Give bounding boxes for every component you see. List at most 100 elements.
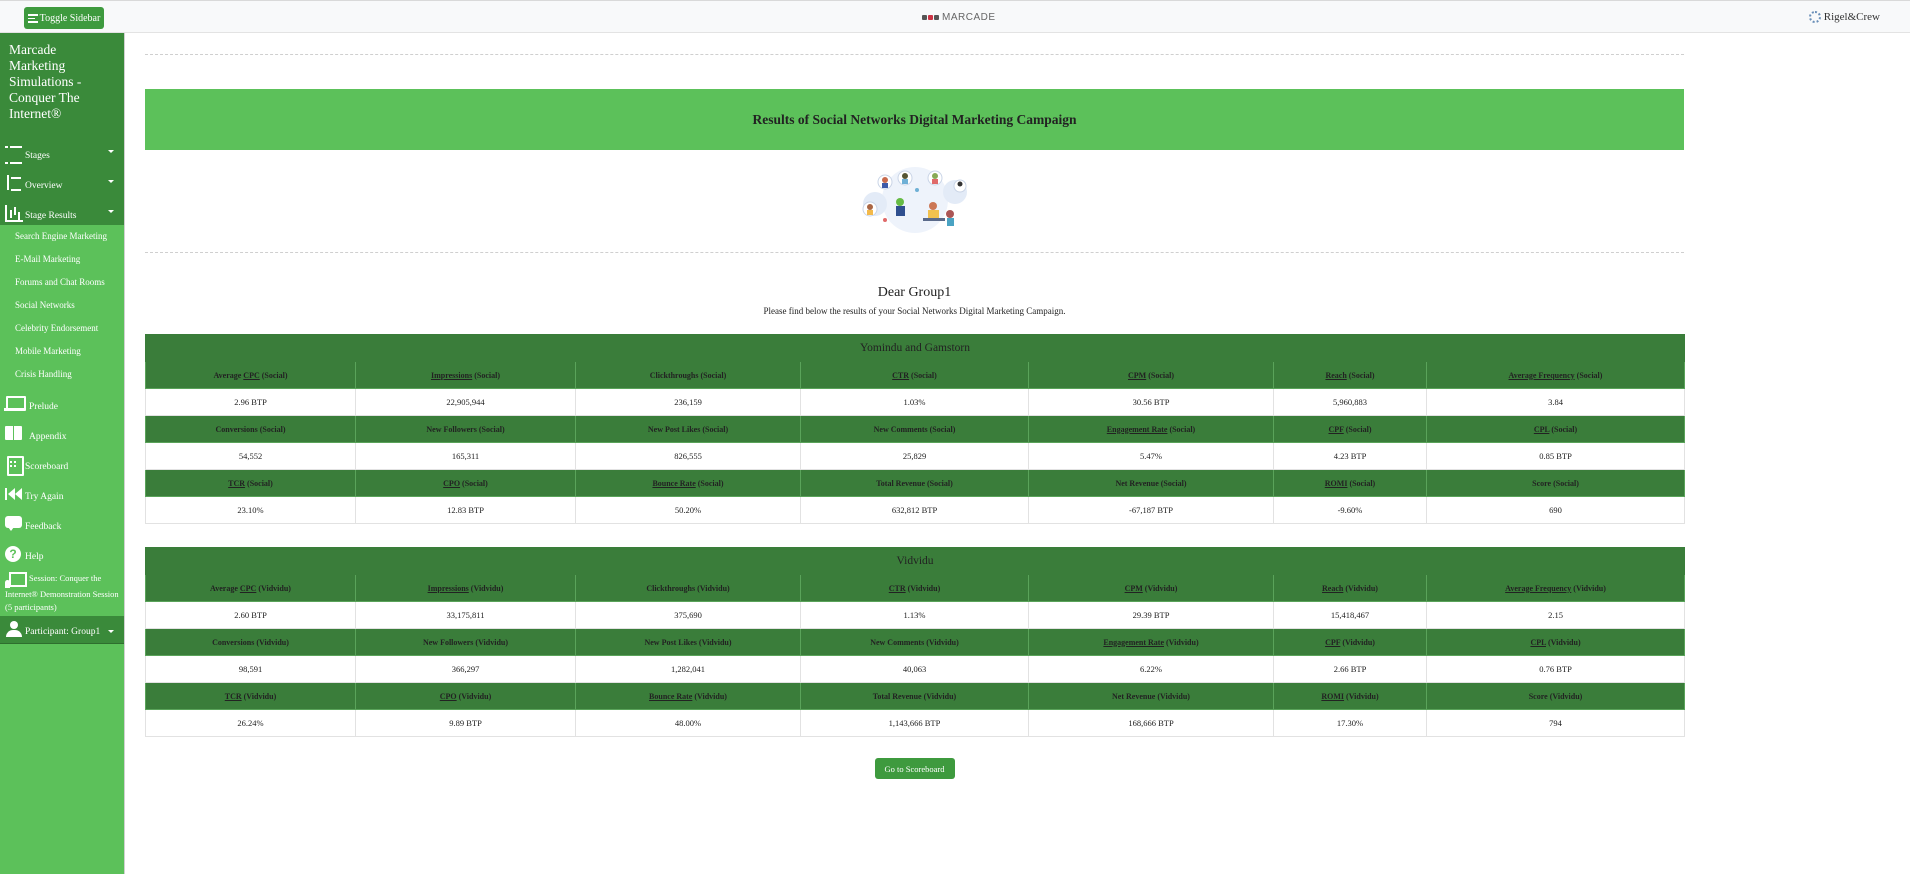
toggle-sidebar-button[interactable]: Toggle Sidebar — [24, 7, 104, 29]
header-suffix: (Social) — [927, 478, 953, 488]
header-abbreviation-link[interactable]: CPC — [240, 584, 256, 593]
table-header-cell: TCR (Social) — [145, 469, 356, 497]
header-abbreviation-link[interactable]: CPF — [1325, 638, 1340, 647]
table-value-cell: 48.00% — [575, 709, 801, 737]
table-header-cell: Average Frequency (Vidvidu) — [1425, 574, 1686, 602]
header-suffix: (Social) — [1345, 424, 1372, 434]
sidebar-item-stage-results[interactable]: Stage Results — [0, 195, 124, 225]
header-suffix: (Social) — [1349, 478, 1376, 488]
header-abbreviation-link[interactable]: CPF — [1328, 425, 1343, 434]
sidebar-item-stages[interactable]: Stages — [0, 135, 124, 165]
table-value-cell: 2.60 BTP — [145, 601, 356, 629]
table-header-row: TCR (Vidvidu) CPO (Vidvidu) Bounce Rate (V… — [145, 682, 1686, 710]
header-suffix: (Social) — [247, 478, 273, 488]
table-value-cell: 6.22% — [1028, 655, 1274, 683]
header-abbreviation-link[interactable]: Reach — [1325, 371, 1346, 380]
social-people-illustration-icon — [862, 167, 967, 233]
table-header-cell: ROMI (Vidvidu) — [1273, 682, 1427, 710]
header-abbreviation-link[interactable]: Engagement Rate — [1103, 638, 1164, 647]
table-header-cell: Reach (Social) — [1273, 361, 1427, 389]
header-text: Clickthroughs — [649, 370, 699, 380]
header-abbreviation-link[interactable]: Reach — [1322, 584, 1343, 593]
header-suffix: (Vidvidu) — [1157, 691, 1190, 701]
sidebar-item-feedback[interactable]: Feedback — [0, 506, 124, 536]
sidebar-item-try-again[interactable]: Try Again — [0, 476, 124, 506]
table-header-cell: Clickthroughs (Social) — [575, 361, 801, 389]
header-abbreviation-link[interactable]: CPL — [1534, 425, 1550, 434]
table-header-cell: CPL (Social) — [1426, 415, 1685, 443]
go-to-scoreboard-button[interactable]: Go to Scoreboard — [874, 758, 955, 779]
sidebar-subitem-crisis-handling[interactable]: Crisis Handling — [0, 363, 124, 386]
header-suffix: (Social) — [911, 370, 937, 380]
header-abbreviation-link[interactable]: CPO — [440, 692, 457, 701]
sidebar-item-help[interactable]: Help — [0, 536, 124, 566]
table-value-cell: 168,666 BTP — [1028, 709, 1274, 737]
header-abbreviation-link[interactable]: TCR — [228, 479, 245, 488]
table-value-cell: 1.03% — [800, 388, 1029, 416]
sidebar-subitem-email-marketing[interactable]: E-Mail Marketing — [0, 248, 124, 271]
header-abbreviation-link[interactable]: CPC — [243, 371, 259, 380]
bar-chart-icon — [5, 205, 23, 222]
table-value-cell: 826,555 — [575, 442, 801, 470]
header-abbreviation-link[interactable]: CPO — [443, 479, 460, 488]
sidebar: Marcade Marketing Simulations - Conquer … — [0, 33, 125, 874]
sidebar-subitem-celebrity-endorsement[interactable]: Celebrity Endorsement — [0, 317, 124, 340]
header-abbreviation-link[interactable]: Bounce Rate — [649, 692, 692, 701]
rigel-crew-text: Rigel&Crew — [1823, 11, 1880, 23]
header-abbreviation-link[interactable]: ROMI — [1321, 692, 1344, 701]
header-abbreviation-link[interactable]: Impressions — [428, 584, 469, 593]
header-text: New Followers — [426, 424, 477, 434]
sidebar-item-participant[interactable]: Participant: Group1 — [0, 616, 124, 644]
header-abbreviation-link[interactable]: Average Frequency — [1509, 371, 1575, 380]
table-header-cell: Total Revenue (Social) — [800, 469, 1029, 497]
header-abbreviation-link[interactable]: ROMI — [1325, 479, 1348, 488]
header-suffix: (Vidvidu) — [1573, 583, 1606, 593]
sidebar-item-label: Scoreboard — [25, 462, 69, 472]
table-header-cell: CTR (Vidvidu) — [800, 574, 1029, 602]
header-abbreviation-link[interactable]: CPL — [1530, 638, 1546, 647]
header-abbreviation-link[interactable]: Impressions — [431, 371, 472, 380]
table-header-cell: ROMI (Social) — [1273, 469, 1427, 497]
chat-bubble-icon — [5, 516, 23, 532]
sidebar-subitem-social-networks[interactable]: Social Networks — [0, 294, 124, 317]
header-abbreviation-link[interactable]: TCR — [225, 692, 242, 701]
header-abbreviation-link[interactable]: Average Frequency — [1505, 584, 1571, 593]
rigel-crew-gear-icon — [1808, 11, 1821, 23]
table-title-row: Vidvidu — [144, 547, 1686, 575]
table-value-cell: 23.10% — [145, 496, 356, 524]
sidebar-item-overview[interactable]: Overview — [0, 165, 124, 195]
header-abbreviation-link[interactable]: CPM — [1128, 371, 1146, 380]
sidebar-subitem-forums-chat-rooms[interactable]: Forums and Chat Rooms — [0, 271, 124, 294]
table-value-cell: 17.30% — [1273, 709, 1427, 737]
rewind-icon — [5, 486, 23, 502]
toggle-sidebar-label: Toggle Sidebar — [39, 12, 101, 24]
header-abbreviation-link[interactable]: Engagement Rate — [1107, 425, 1168, 434]
table-row: 54,552 165,311 826,555 25,829 5.47% 4.23 BTP 0… — [145, 442, 1685, 470]
header-abbreviation-link[interactable]: CPM — [1125, 584, 1143, 593]
sidebar-item-appendix[interactable]: Appendix — [0, 416, 124, 446]
sort-icon — [5, 175, 23, 191]
table-value-cell: 1.13% — [800, 601, 1029, 629]
sidebar-item-label: Stages — [25, 151, 50, 161]
table-value-cell: 22,905,944 — [355, 388, 576, 416]
table-value-cell: 794 — [1425, 709, 1686, 737]
header-suffix: (Social) — [1553, 478, 1579, 488]
header-suffix: (Social) — [929, 424, 956, 434]
header-abbreviation-link[interactable]: CTR — [889, 584, 906, 593]
header-text: Net Revenue — [1115, 478, 1159, 488]
sidebar-item-label: Feedback — [25, 522, 62, 532]
table-value-cell: 375,690 — [575, 601, 801, 629]
table-title: Vidvidu — [144, 547, 1686, 575]
table-header-cell: CPO (Social) — [355, 469, 576, 497]
stage-results-submenu: Search Engine Marketing E-Mail Marketing… — [0, 225, 124, 386]
header-abbreviation-link[interactable]: Bounce Rate — [652, 479, 695, 488]
header-abbreviation-link[interactable]: CTR — [892, 371, 909, 380]
sidebar-subitem-mobile-marketing[interactable]: Mobile Marketing — [0, 340, 124, 363]
sidebar-item-scoreboard[interactable]: Scoreboard — [0, 446, 124, 476]
sidebar-subitem-search-engine-marketing[interactable]: Search Engine Marketing — [0, 225, 124, 248]
table-header-cell: CPM (Social) — [1028, 361, 1274, 389]
header-suffix: (Vidvidu) — [923, 691, 957, 701]
table-value-cell: 4.23 BTP — [1273, 442, 1427, 470]
sidebar-item-prelude[interactable]: Prelude — [0, 386, 124, 416]
table-value-cell: 29.39 BTP — [1028, 601, 1274, 629]
